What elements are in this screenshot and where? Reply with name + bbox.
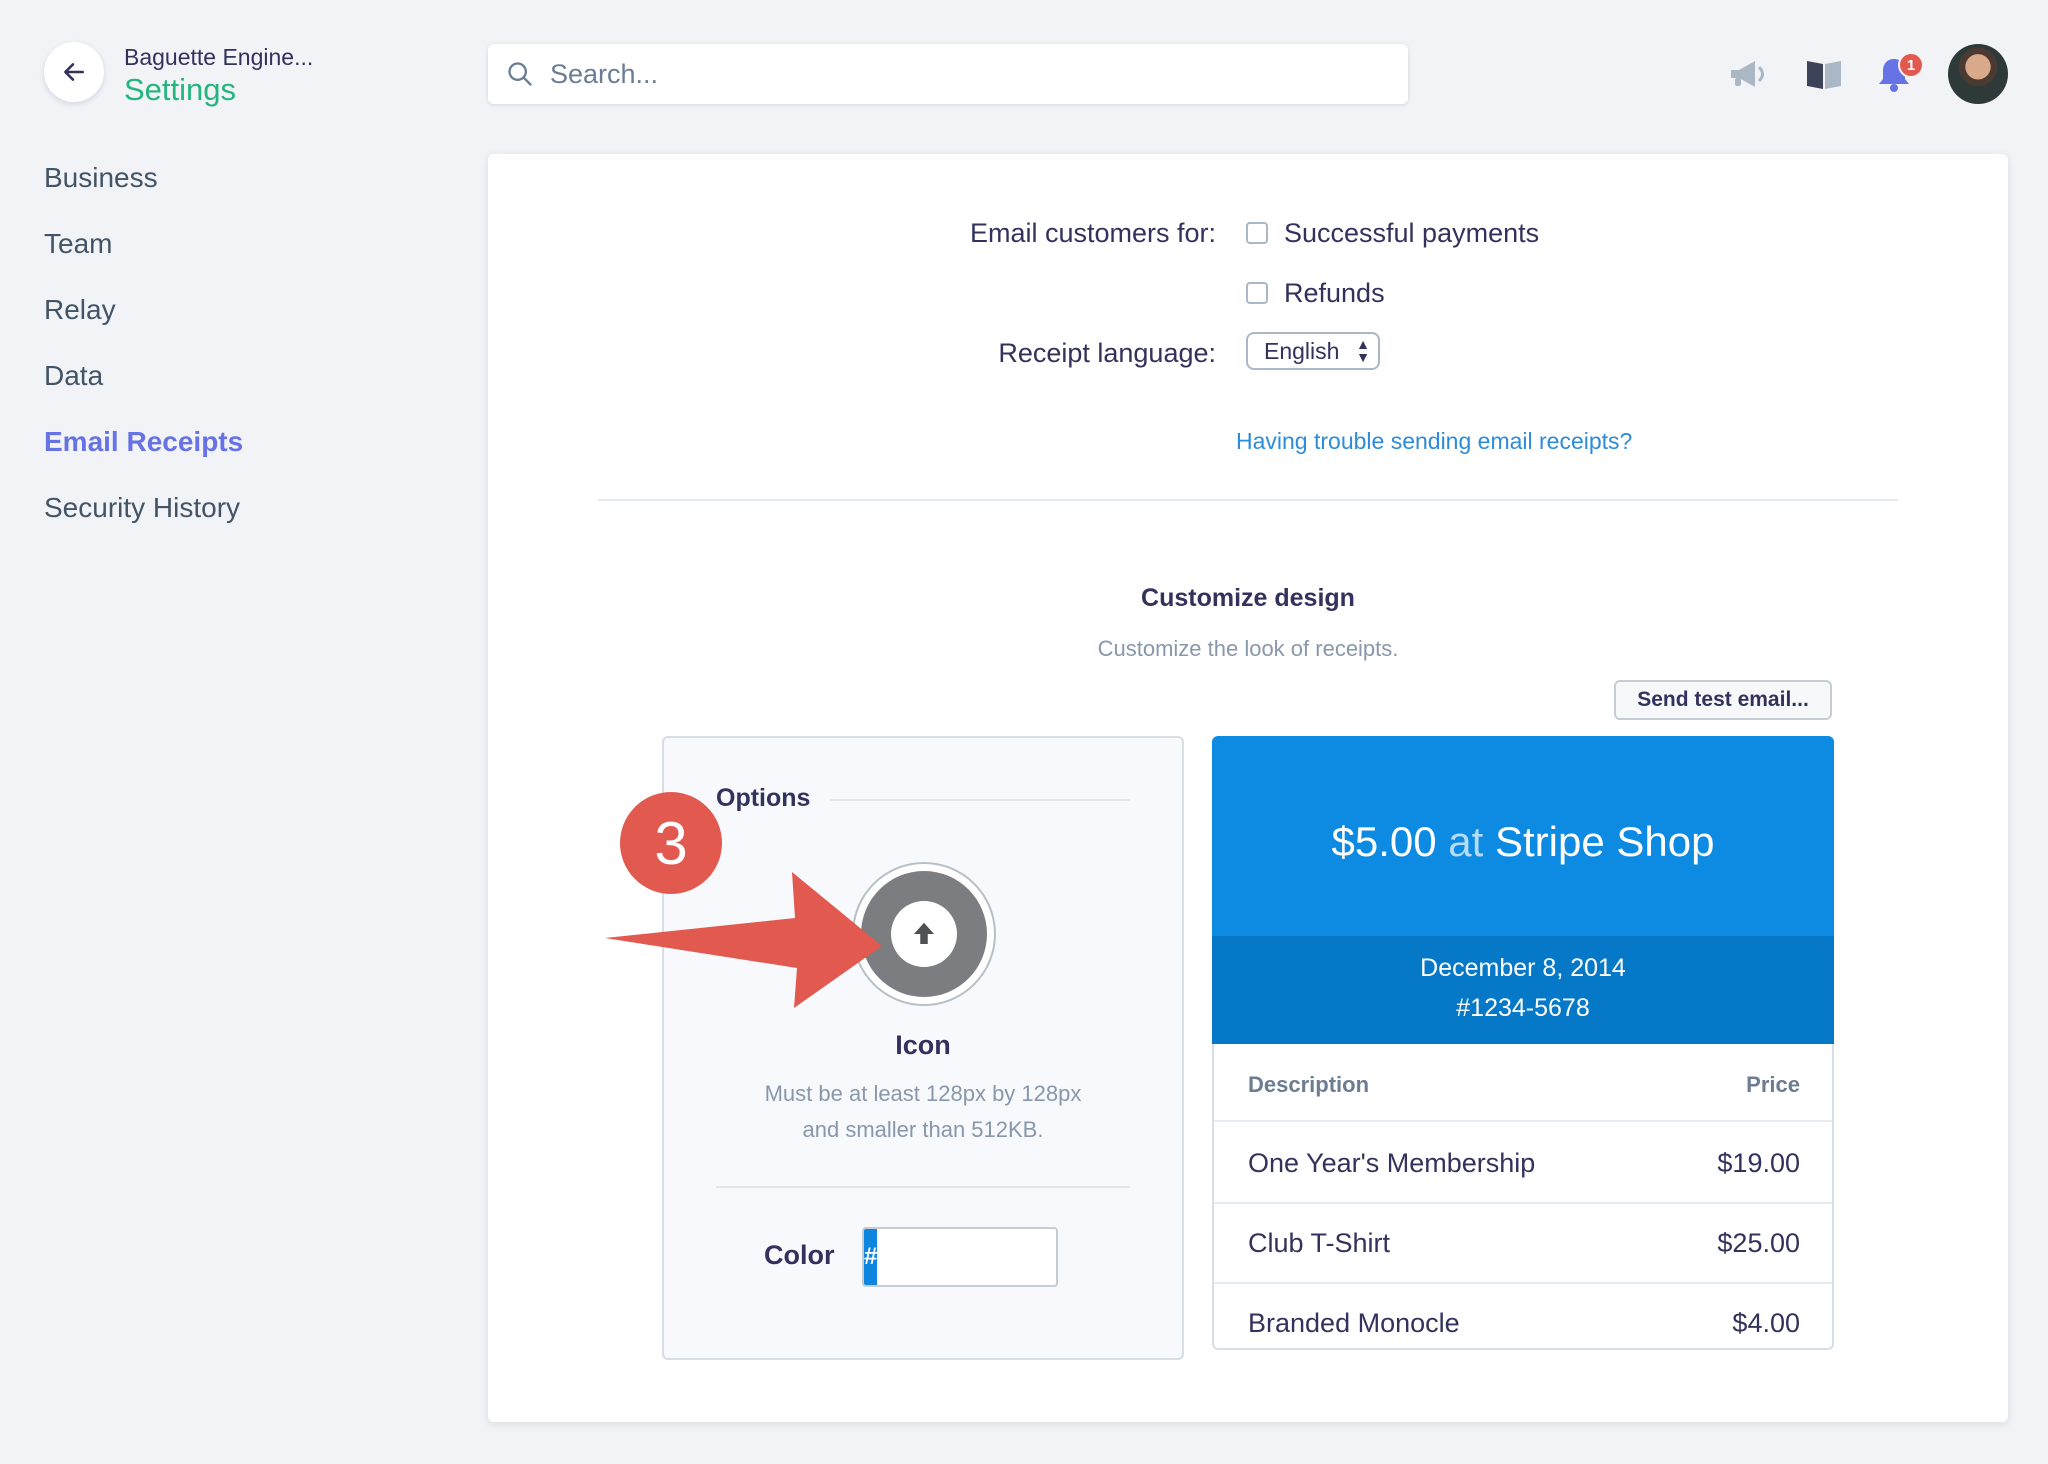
step-number-badge: 3 — [620, 792, 722, 894]
search-input[interactable] — [548, 57, 1372, 91]
col-description: Description — [1248, 1072, 1370, 1097]
annotation-arrow — [605, 872, 882, 1008]
successful-payments-label[interactable]: Successful payments — [1284, 218, 1539, 249]
receipt-at: at — [1448, 818, 1484, 865]
icon-help-text: Must be at least 128px by 128px and smal… — [662, 1076, 1184, 1148]
receipt-shop: Stripe Shop — [1495, 818, 1715, 865]
sidebar-item-relay[interactable]: Relay — [44, 294, 116, 326]
arrow-left-icon — [64, 63, 84, 81]
color-field[interactable]: # — [862, 1227, 1058, 1287]
send-test-email-button[interactable]: Send test email... — [1614, 680, 1832, 720]
sidebar-item-team[interactable]: Team — [44, 228, 112, 260]
color-input[interactable] — [877, 1229, 1056, 1285]
book-icon — [1807, 61, 1841, 89]
color-label: Color — [764, 1240, 835, 1270]
icon-help-line-1: Must be at least 128px by 128px — [764, 1081, 1082, 1106]
receipt-language-value: English — [1264, 337, 1340, 364]
customize-design-title: Customize design — [1141, 584, 1355, 612]
table-divider — [1214, 1202, 1832, 1204]
section-divider — [598, 499, 1898, 501]
options-divider — [716, 1186, 1130, 1188]
sidebar-item-email-receipts[interactable]: Email Receipts — [44, 426, 243, 458]
line-item-description: Branded Monocle — [1248, 1308, 1460, 1338]
line-item-price: $19.00 — [1717, 1148, 1800, 1178]
email-customers-label: Email customers for: — [969, 218, 1216, 248]
options-title-rule — [830, 799, 1130, 801]
trouble-link[interactable]: Having trouble sending email receipts? — [1236, 428, 1632, 455]
options-title: Options — [716, 784, 811, 812]
select-arrows-icon: ▲ ▼ — [1356, 336, 1370, 365]
upload-arrow-icon — [914, 922, 934, 944]
page-title: Settings — [124, 72, 237, 107]
avatar[interactable] — [1948, 44, 2008, 104]
refunds-label[interactable]: Refunds — [1284, 278, 1385, 309]
back-button[interactable] — [44, 42, 104, 102]
receipt-subheader — [1212, 936, 1834, 1044]
notification-badge: 1 — [1898, 52, 1924, 78]
receipt-amount: $5.00 at Stripe Shop — [1212, 818, 1834, 866]
refunds-checkbox[interactable] — [1246, 282, 1268, 304]
receipt-date: December 8, 2014 — [1420, 954, 1626, 982]
sidebar-item-data[interactable]: Data — [44, 360, 103, 392]
line-item-price: $25.00 — [1717, 1228, 1800, 1258]
account-name: Baguette Engine... — [124, 44, 314, 70]
search-icon — [508, 62, 532, 86]
search-bar[interactable] — [488, 44, 1408, 104]
icon-help-line-2: and smaller than 512KB. — [802, 1117, 1044, 1142]
receipt-amount-value: $5.00 — [1331, 818, 1437, 865]
receipt-language-label: Receipt language: — [998, 338, 1216, 368]
megaphone-icon — [1731, 61, 1764, 87]
hash-prefix: # — [864, 1229, 878, 1285]
announcements-button[interactable] — [1726, 50, 1774, 98]
line-item-description: Club T-Shirt — [1248, 1228, 1391, 1258]
docs-button[interactable] — [1800, 50, 1848, 98]
table-divider — [1214, 1282, 1832, 1284]
icon-title: Icon — [895, 1030, 951, 1060]
table-divider — [1214, 1120, 1832, 1122]
sidebar-item-business[interactable]: Business — [44, 162, 158, 194]
line-item-description: One Year's Membership — [1248, 1148, 1536, 1178]
receipt-language-select[interactable]: English ▲ ▼ — [1246, 332, 1380, 370]
successful-payments-checkbox[interactable] — [1246, 222, 1268, 244]
col-price: Price — [1746, 1072, 1800, 1097]
sidebar-item-security-history[interactable]: Security History — [44, 492, 240, 524]
customize-design-subtitle: Customize the look of receipts. — [1097, 636, 1399, 661]
line-item-price: $4.00 — [1732, 1308, 1800, 1338]
receipt-number: #1234-5678 — [1456, 994, 1590, 1022]
